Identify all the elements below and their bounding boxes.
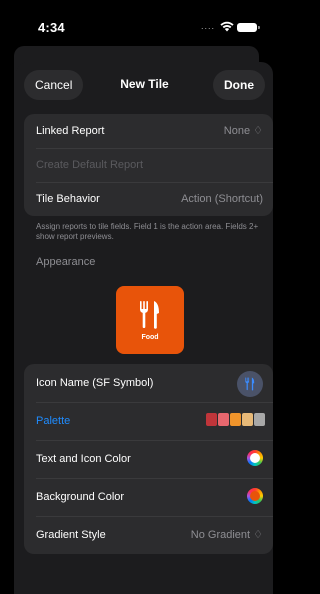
sheet-nav-bar: Cancel New Tile Done [16,62,273,108]
background-color-well[interactable] [247,488,263,504]
fork-knife-icon [245,377,255,391]
create-default-report-row: Create Default Report [24,148,273,182]
appearance-header: Appearance [36,256,96,268]
screen: 4:34 .... Cancel New Tile Done Linked Re… [0,0,273,594]
battery-icon [237,23,260,32]
palette-swatch [218,413,229,426]
status-bar: 4:34 .... [0,0,273,44]
gradient-style-picker[interactable]: No Gradient ♢ [191,516,263,554]
linked-report-row[interactable]: Linked Report None ♢ [24,114,273,148]
text-icon-color-row[interactable]: Text and Icon Color [24,440,273,478]
linked-report-picker[interactable]: None ♢ [224,114,263,148]
fork-knife-icon [140,301,159,329]
signal-dots: .... [201,21,216,31]
text-icon-color-well[interactable] [247,450,263,466]
text-icon-color-label: Text and Icon Color [36,453,131,465]
report-settings-group: Linked Report None ♢ Create Default Repo… [24,114,273,216]
gradient-style-row[interactable]: Gradient Style No Gradient ♢ [24,516,273,554]
tile-preview: Food [116,286,184,354]
background-color-row[interactable]: Background Color [24,478,273,516]
linked-report-label: Linked Report [36,125,105,137]
palette-swatch [230,413,241,426]
palette-swatch [242,413,253,426]
icon-name-label: Icon Name (SF Symbol) [36,377,154,389]
report-footnote: Assign reports to tile fields. Field 1 i… [36,222,259,241]
status-time: 4:34 [38,20,65,35]
palette-swatch [206,413,217,426]
done-button[interactable]: Done [213,70,265,100]
color-well-fill [250,453,260,463]
palette-swatch [254,413,265,426]
tile-behavior-label: Tile Behavior [36,193,100,205]
background-color-label: Background Color [36,491,125,503]
new-tile-sheet: Cancel New Tile Done Linked Report None … [16,62,273,594]
icon-name-row[interactable]: Icon Name (SF Symbol) [24,364,273,402]
color-well-fill [250,491,260,501]
tile-behavior-row[interactable]: Tile Behavior Action (Shortcut) [24,182,273,216]
tile-behavior-value[interactable]: Action (Shortcut) [181,182,263,216]
gradient-style-label: Gradient Style [36,529,106,541]
palette-row[interactable]: Palette [24,402,273,440]
create-default-report-button: Create Default Report [36,159,143,171]
palette-swatches [206,413,265,426]
tile-label: Food [141,334,159,341]
wifi-icon [220,19,234,37]
style-settings-group: Icon Name (SF Symbol) Palette Text and I… [24,364,273,554]
palette-button[interactable]: Palette [36,415,70,427]
icon-preview-button[interactable] [237,371,263,397]
